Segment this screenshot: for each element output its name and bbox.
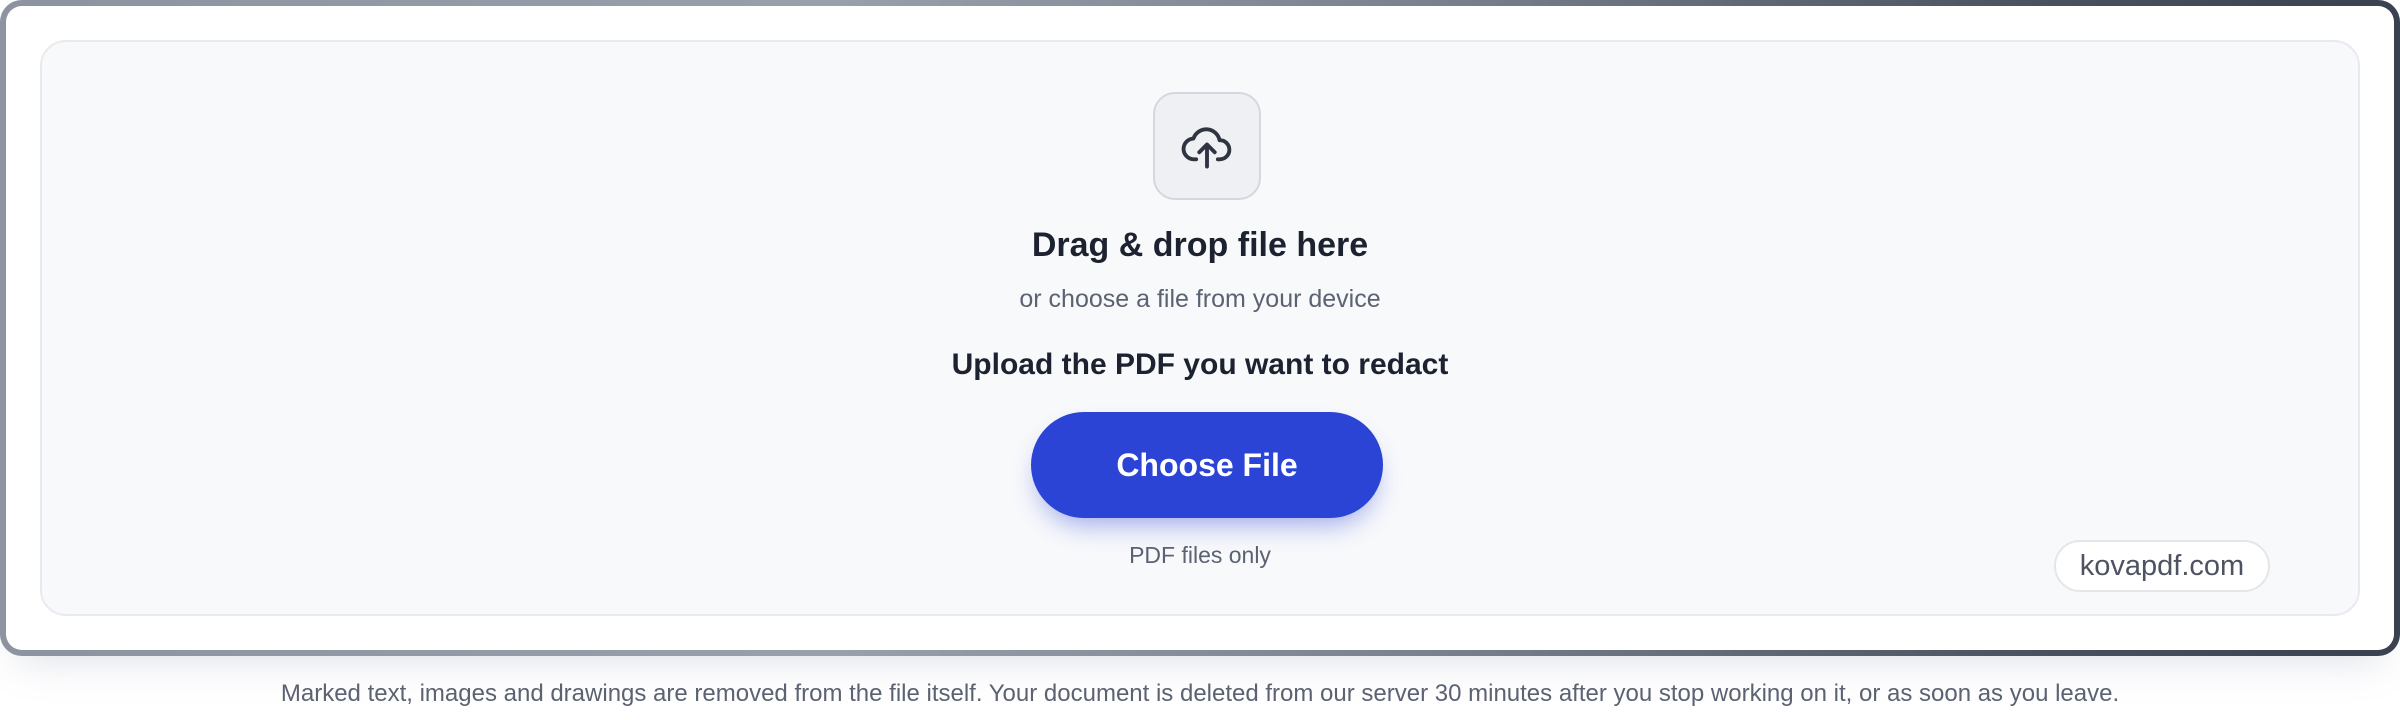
- file-type-hint: PDF files only: [1129, 542, 1271, 568]
- dropzone-title: Drag & drop file here: [1031, 226, 1369, 264]
- privacy-note: Marked text, images and drawings are rem…: [280, 680, 2120, 707]
- dropzone-subtitle: or choose a file from your device: [1019, 285, 1381, 313]
- upload-icon-box[interactable]: [1153, 92, 1261, 200]
- cloud-upload-icon: [1181, 127, 1232, 169]
- upload-card: Drag & drop file here or choose a file f…: [0, 0, 2400, 656]
- site-watermark: kovapdf.com: [2054, 540, 2270, 592]
- upload-instruction: Upload the PDF you want to redact: [951, 348, 1449, 381]
- file-dropzone[interactable]: Drag & drop file here or choose a file f…: [40, 40, 2360, 616]
- choose-file-button[interactable]: Choose File: [1031, 412, 1383, 518]
